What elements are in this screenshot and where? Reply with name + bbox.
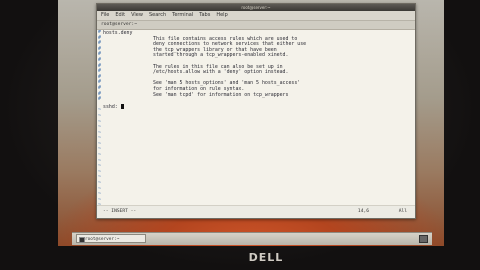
terminal-icon [79,237,85,243]
code-line-text: sshd: [103,103,121,110]
menu-terminal[interactable]: Terminal [172,11,193,20]
window-title: root@server:~ [97,4,415,11]
menu-view[interactable]: View [131,11,143,20]
code-line-text: started through a tcp_wrappers-enabled x… [153,52,289,59]
cursor-position: 14,6 [357,209,369,214]
menu-file[interactable]: File [101,11,109,20]
vim-status-line: -- INSERT -- 14,6 All [97,205,415,218]
text-cursor [120,103,124,109]
menu-edit[interactable]: Edit [115,11,125,20]
menu-tabs[interactable]: Tabs [199,11,210,20]
editor-area[interactable]: #############~~~~~~~~~~~~~~~~~~~ hosts.d… [97,30,415,206]
mode-indicator: -- INSERT -- [103,209,137,214]
dell-logo: DELL [248,251,284,264]
code-line-text: /etc/hosts.allow with a 'deny' option in… [153,69,289,76]
terminal-window[interactable]: root@server:~ File Edit View Search Term… [96,3,416,219]
workspace-icon[interactable] [419,235,428,243]
tab-terminal[interactable]: root@server:~ [97,21,415,30]
menu-bar: File Edit View Search Terminal Tabs Help [97,11,415,21]
menu-search[interactable]: Search [149,11,166,20]
line-gutter: #############~~~~~~~~~~~~~~~~~~~ [97,30,102,206]
taskbar-terminal-button[interactable]: root@server:~ [76,234,146,243]
code-line: sshd: [103,103,411,110]
code-line-text: hosts.deny [103,30,133,36]
code-line-text: See 'man tcpd' for information on tcp_wr… [153,91,289,98]
task-label: root@server:~ [85,237,120,242]
desktop: root@server:~ File Edit View Search Term… [58,0,444,246]
menu-help[interactable]: Help [216,11,227,20]
scroll-percent: All [398,209,407,214]
taskbar: root@server:~ [72,232,432,245]
file-content[interactable]: hosts.deny This file contains access rule… [103,30,411,110]
